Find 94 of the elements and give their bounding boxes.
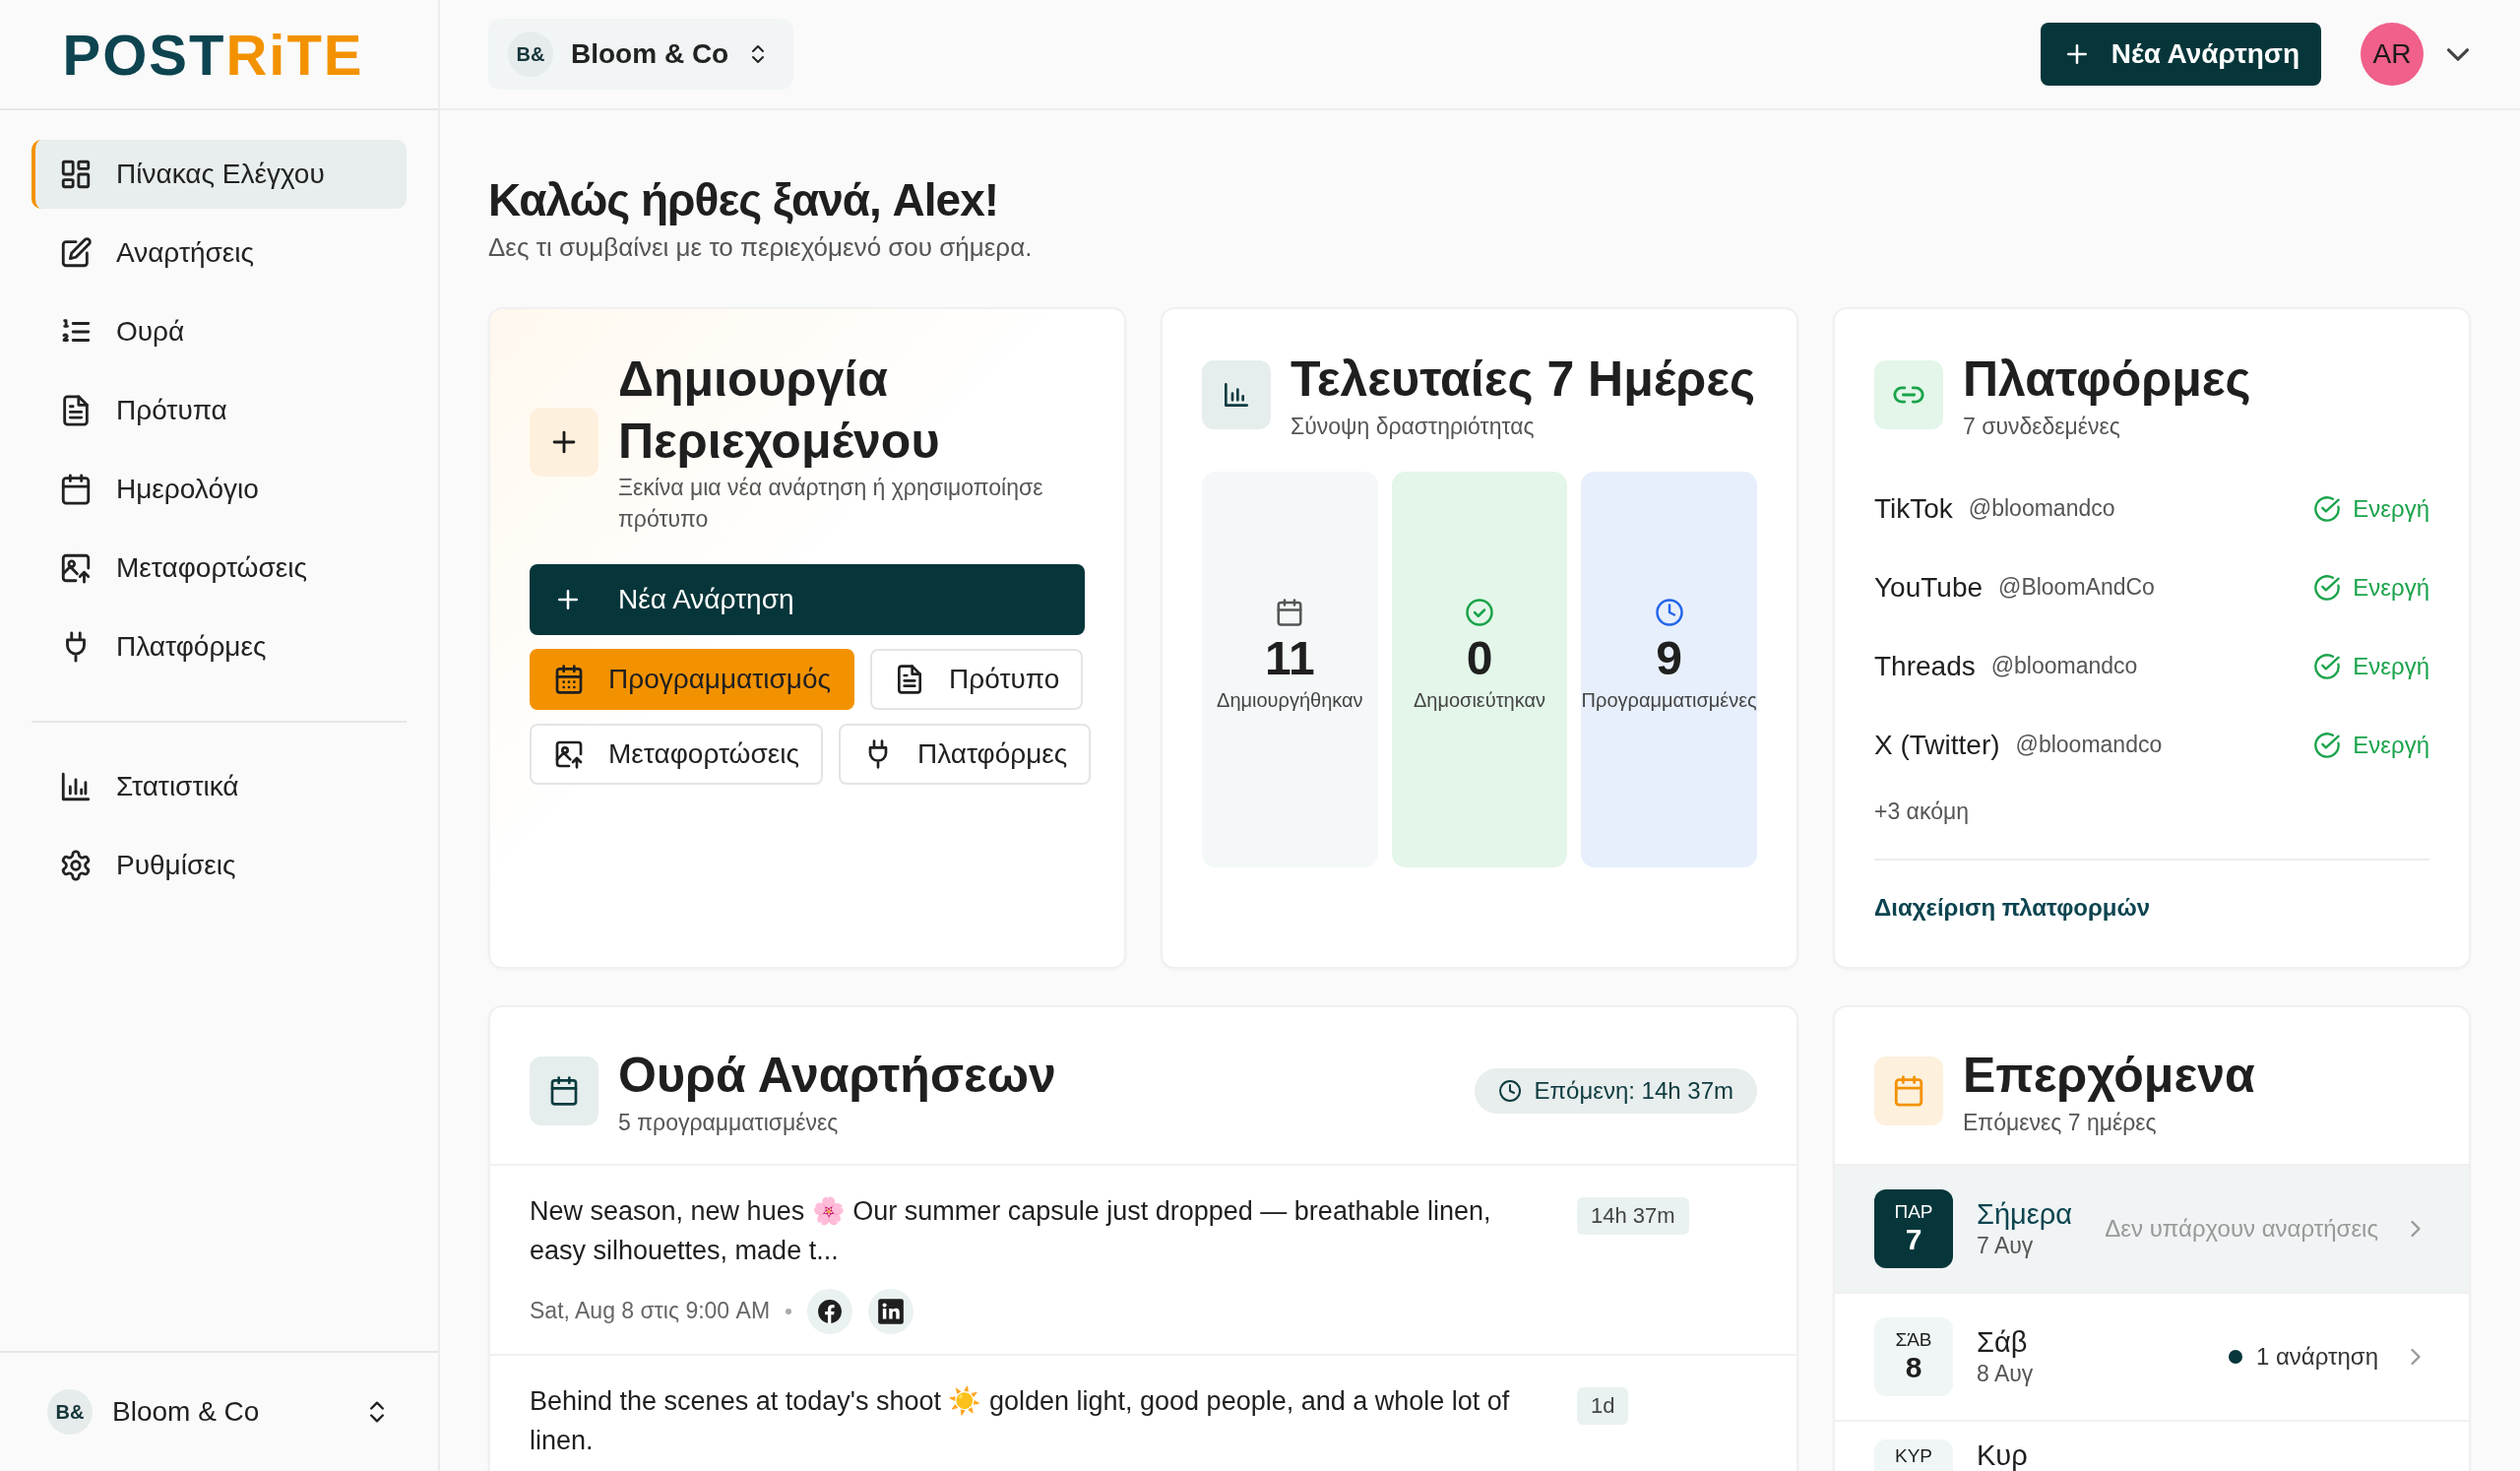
platform-name: Threads xyxy=(1874,650,1976,682)
sidebar-item[interactable]: Μεταφορτώσεις xyxy=(32,534,407,603)
platform-name: YouTube xyxy=(1874,571,1984,604)
card-title: Πλατφόρμες xyxy=(1963,351,2251,409)
edit-icon xyxy=(59,236,93,270)
action-button[interactable]: Μεταφορτώσεις xyxy=(530,724,823,786)
stat-value: 0 xyxy=(1466,630,1493,685)
settings-icon xyxy=(59,849,93,882)
new-post-button[interactable]: Νέα Ανάρτηση xyxy=(2040,23,2321,86)
workspace-switcher[interactable]: B& Bloom & Co xyxy=(0,1351,438,1471)
clock-icon xyxy=(1498,1079,1523,1104)
calendar-icon xyxy=(553,664,585,696)
platform-handle: @bloomandco xyxy=(2015,732,2164,759)
image-upload-icon xyxy=(59,551,93,585)
time-badge: 14h 37m xyxy=(1577,1196,1689,1235)
day-row[interactable]: ΠΑΡ 7 Σήμερα 7 Αυγ Δεν υπάρχουν αναρτήσεις xyxy=(1835,1165,2469,1294)
stat-value: 9 xyxy=(1656,630,1682,685)
card-subtitle: 5 προγραμματισμένες xyxy=(618,1108,840,1137)
stat-label: Δημιουργήθηκαν xyxy=(1217,688,1363,712)
workspace-selector[interactable]: B& Bloom & Co xyxy=(488,19,794,90)
platform-handle: @bloomandco xyxy=(1968,495,2116,523)
sidebar-item[interactable]: Ημερολόγιο xyxy=(32,455,407,524)
calendar-icon xyxy=(59,473,93,506)
workspace-avatar: B& xyxy=(47,1389,93,1435)
check-circle-icon xyxy=(2313,494,2342,523)
dashboard-icon xyxy=(59,158,93,191)
platform-status: Ενεργή xyxy=(2313,652,2429,680)
platform-name: TikTok xyxy=(1874,492,1953,525)
check-circle-icon xyxy=(1465,597,1494,627)
day-row[interactable]: ΣΆΒ 8 Σάβ 8 Αυγ 1 ανάρτηση xyxy=(1835,1293,2469,1422)
sidebar-item[interactable]: Ρυθμίσεις xyxy=(32,831,407,900)
calendar-icon xyxy=(1892,1074,1925,1109)
sidebar-item[interactable]: Ουρά xyxy=(32,297,407,366)
welcome-subtitle: Δες τι συμβαίνει με το περιεχόμενό σου σήμερα. xyxy=(488,232,1034,263)
card-title: Επερχόμενα xyxy=(1963,1047,2255,1105)
card-subtitle: Σύνοψη δραστηριότητας xyxy=(1291,412,1536,441)
facebook-icon xyxy=(817,1298,844,1324)
check-circle-icon xyxy=(2313,573,2342,602)
next-post-badge: Επόμενη: 14h 37m xyxy=(1475,1068,1757,1115)
card-subtitle: 7 συνδεδεμένες xyxy=(1963,412,2121,441)
sidebar-item[interactable]: Πλατφόρμες xyxy=(32,612,407,681)
day-label: Σήμερα xyxy=(1977,1197,2073,1231)
sidebar-item[interactable]: Στατιστικά xyxy=(32,752,407,821)
card-subtitle: Επόμενες 7 ημέρες xyxy=(1963,1108,2158,1137)
workspace-avatar: B& xyxy=(508,32,553,77)
day-row[interactable]: ΚΥΡ Κυρ xyxy=(1835,1421,2469,1471)
stat-label: Προγραμματισμένες xyxy=(1581,688,1757,712)
calendar-icon xyxy=(1275,597,1305,627)
platform-status: Ενεργή xyxy=(2313,573,2429,602)
action-button[interactable]: Νέα Ανάρτηση xyxy=(530,564,1085,636)
card-title: Ουρά Αναρτήσεων xyxy=(618,1047,1056,1105)
day-date: 8 Αυγ xyxy=(1977,1360,2035,1387)
card-title: Τελευταίες 7 Ημέρες xyxy=(1291,351,1755,409)
more-platforms-text: +3 ακόμη xyxy=(1874,798,1970,825)
date-tile: ΚΥΡ xyxy=(1874,1439,1953,1471)
card-subtitle: Ξεκίνα μια νέα ανάρτηση ή χρησιμοποίησε πρότυπο xyxy=(618,474,1044,535)
post-text: New season, new hues 🌸 Our summer capsule just dropped — breathable linen, easy silhouettes, made t... xyxy=(530,1194,1492,1268)
platform-status: Ενεργή xyxy=(2313,494,2429,523)
day-post-count: 1 ανάρτηση xyxy=(2228,1342,2378,1371)
action-button[interactable]: Πρότυπο xyxy=(870,649,1084,711)
calendar-icon xyxy=(548,1075,580,1108)
platform-handle: @bloomandco xyxy=(1990,653,2139,680)
time-badge: 1d xyxy=(1577,1386,1629,1425)
stat-value: 11 xyxy=(1264,630,1315,685)
post-text: Behind the scenes at today's shoot ☀ golden light, good people, and a whole lot of linen. xyxy=(530,1384,1511,1458)
day-label: Σάβ xyxy=(1977,1325,2029,1359)
linkedin-icon xyxy=(877,1297,906,1325)
check-circle-icon xyxy=(2313,731,2342,759)
day-post-count: Δεν υπάρχουν αναρτήσεις xyxy=(2105,1214,2378,1243)
stat-label: Δημοσιεύτηκαν xyxy=(1413,688,1546,712)
date-tile: ΣΆΒ 8 xyxy=(1874,1316,1953,1396)
day-date: 7 Αυγ xyxy=(1977,1232,2035,1259)
logo: POSTRiTE xyxy=(62,21,364,88)
card-title: Δημιουργία Περιεχομένου xyxy=(618,351,941,471)
post-schedule: Sat, Aug 8 στις 9:00 AM xyxy=(530,1298,771,1325)
date-tile: ΠΑΡ 7 xyxy=(1874,1188,1953,1268)
check-circle-icon xyxy=(2313,652,2342,680)
action-button[interactable]: Προγραμματισμός xyxy=(530,649,855,711)
image-upload-icon xyxy=(553,738,585,771)
clock-icon xyxy=(1654,597,1684,627)
platform-name: X (Twitter) xyxy=(1874,729,2000,761)
platform-handle: @BloomAndCo xyxy=(1998,574,2156,602)
action-button[interactable]: Πλατφόρμες xyxy=(838,724,1092,786)
chevron-down-icon xyxy=(2447,47,2469,61)
manage-platforms-link[interactable]: Διαχείριση πλατφορμών xyxy=(1874,893,2151,921)
workspace-name: Bloom & Co xyxy=(112,1396,261,1428)
bar-chart-icon xyxy=(59,770,93,803)
day-label: Κυρ xyxy=(1977,1439,2029,1471)
sidebar-item[interactable]: Πίνακας Ελέγχου xyxy=(32,140,407,209)
user-avatar[interactable]: AR xyxy=(2361,23,2424,86)
welcome-title: Καλώς ήρθες ξανά, Alex! xyxy=(488,173,1000,226)
platform-status: Ενεργή xyxy=(2313,731,2429,759)
sidebar-item[interactable]: Αναρτήσεις xyxy=(32,219,407,288)
sidebar-item[interactable]: Πρότυπα xyxy=(32,376,407,445)
